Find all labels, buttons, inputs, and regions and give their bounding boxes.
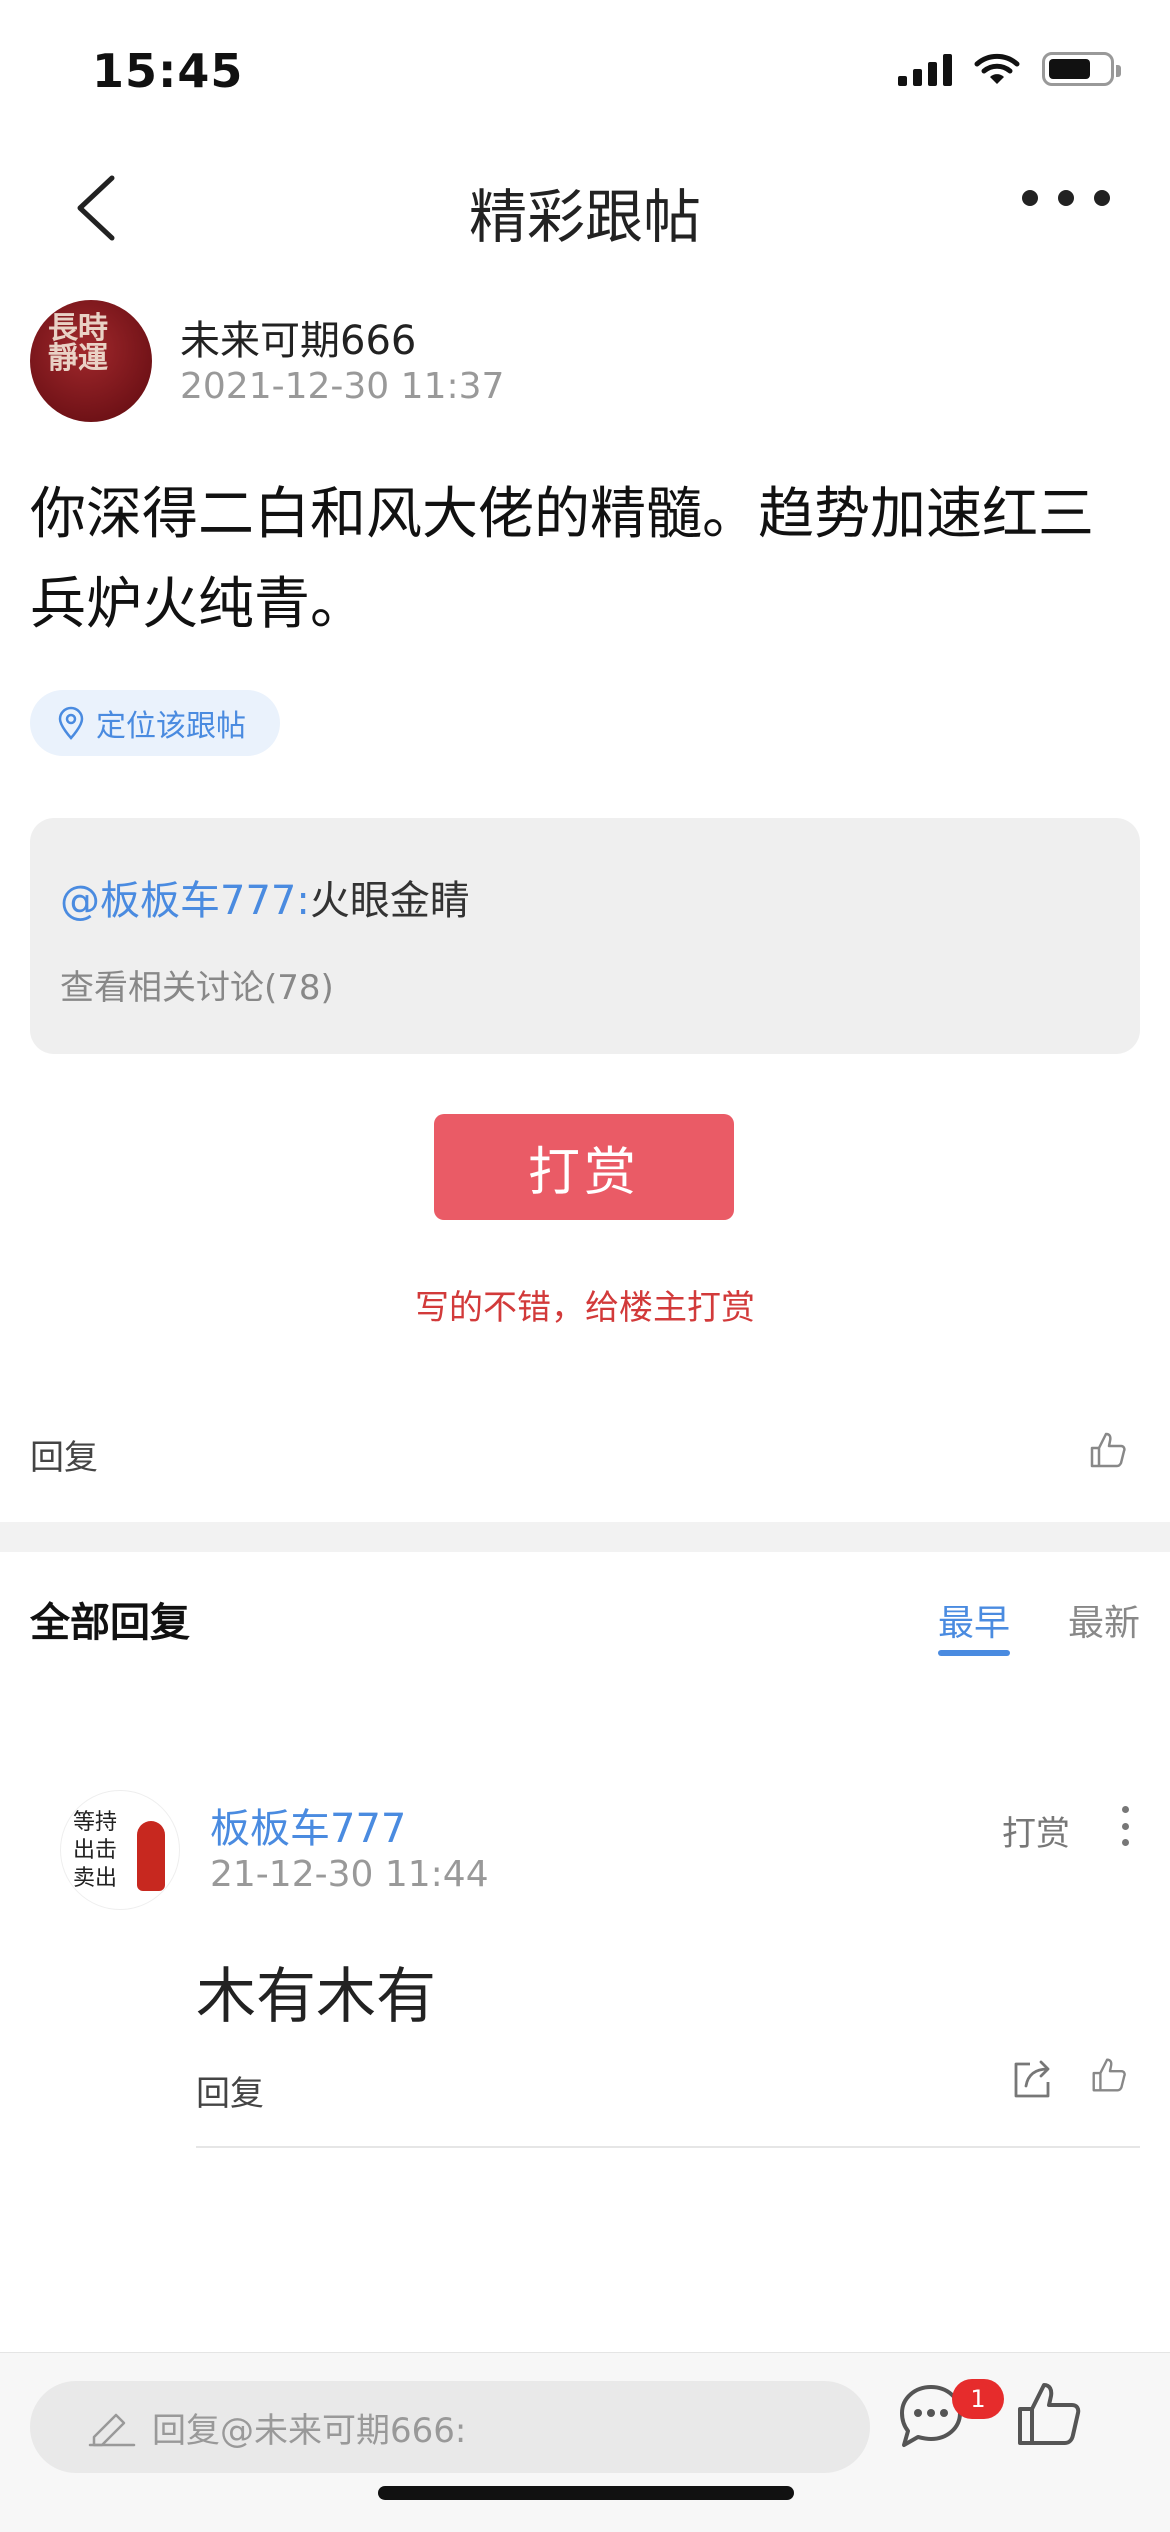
location-pin-icon xyxy=(58,706,84,740)
locate-post-label: 定位该跟帖 xyxy=(96,709,246,744)
reply-item: 等持 出击 卖出 板板车777 21-12-30 11:44 打赏 木有木有 回复 xyxy=(30,1780,1140,2150)
sort-newest-tab[interactable]: 最新 xyxy=(1068,1594,1140,1646)
locate-post-button[interactable]: 定位该跟帖 xyxy=(30,690,280,756)
cellular-signal-icon xyxy=(898,52,952,86)
vertical-more-icon[interactable] xyxy=(1110,1806,1140,1846)
related-discussion-link[interactable]: 查看相关讨论(78) xyxy=(60,960,334,1009)
more-options-icon[interactable] xyxy=(1022,190,1110,206)
page-title: 精彩跟帖 xyxy=(468,183,701,251)
tip-note: 写的不错，给楼主打赏 xyxy=(415,1288,755,1328)
quoted-line: @板板车777:火眼金睛 xyxy=(60,868,470,926)
post-timestamp: 2021-12-30 11:37 xyxy=(180,366,505,407)
avatar-calligraphy-image: 長時 靜運 xyxy=(48,311,108,376)
battery-icon xyxy=(1042,52,1121,86)
reply-tip-button[interactable]: 打赏 xyxy=(1002,1806,1070,1855)
replies-title: 全部回复 xyxy=(30,1600,190,1646)
post-action-row: 回复 xyxy=(30,1422,1140,1482)
thumbs-up-icon[interactable] xyxy=(1088,2054,1130,2096)
status-bar: 15:45 xyxy=(0,0,1170,140)
pen-icon xyxy=(88,2413,136,2447)
tip-button[interactable]: 打赏 xyxy=(434,1114,734,1220)
nav-bar: 精彩跟帖 xyxy=(0,140,1170,270)
reply-text: 木有木有 xyxy=(196,1962,436,2032)
reply-reply-button[interactable]: 回复 xyxy=(196,2066,264,2115)
section-divider xyxy=(0,1522,1170,1552)
bottom-bar: 回复@未来可期666: 1 xyxy=(0,2352,1170,2532)
reply-author-avatar[interactable]: 等持 出击 卖出 xyxy=(60,1790,180,1910)
replies-header: 全部回复 最早 最新 xyxy=(30,1580,1140,1680)
message-count-badge: 1 xyxy=(952,2379,1004,2419)
status-time: 15:45 xyxy=(92,44,244,98)
thumbs-up-icon[interactable] xyxy=(1012,2377,1086,2451)
sort-earliest-tab[interactable]: 最早 xyxy=(938,1594,1010,1646)
avatar-ink-image: 等持 出击 卖出 xyxy=(73,1810,118,1891)
wifi-icon xyxy=(974,53,1020,84)
reply-author[interactable]: 板板车777 xyxy=(210,1796,406,1854)
share-icon[interactable] xyxy=(1010,2056,1056,2102)
post-reply-button[interactable]: 回复 xyxy=(30,1430,98,1479)
thumbs-up-icon[interactable] xyxy=(1086,1428,1130,1472)
quoted-text: 火眼金睛 xyxy=(309,878,470,924)
active-tab-indicator xyxy=(938,1650,1010,1656)
avatar-figure-image xyxy=(137,1821,165,1891)
post-header: 長時 靜運 未来可期666 2021-12-30 11:37 xyxy=(30,300,1140,425)
reply-input-placeholder: 回复@未来可期666: xyxy=(152,2410,467,2451)
reply-timestamp: 21-12-30 11:44 xyxy=(210,1854,489,1895)
author-avatar[interactable]: 長時 靜運 xyxy=(30,300,152,422)
reply-separator xyxy=(196,2146,1140,2148)
reply-input[interactable]: 回复@未来可期666: xyxy=(30,2381,870,2473)
post-body: 你深得二白和风大佬的精髓。趋势加速红三兵炉火纯青。 xyxy=(30,482,1094,637)
quoted-user-link[interactable]: @板板车777: xyxy=(60,878,310,924)
home-indicator xyxy=(378,2486,794,2500)
quoted-post-card[interactable]: @板板车777:火眼金睛 查看相关讨论(78) xyxy=(30,818,1140,1054)
status-icons xyxy=(898,52,1121,86)
post-author[interactable]: 未来可期666 xyxy=(180,308,416,366)
